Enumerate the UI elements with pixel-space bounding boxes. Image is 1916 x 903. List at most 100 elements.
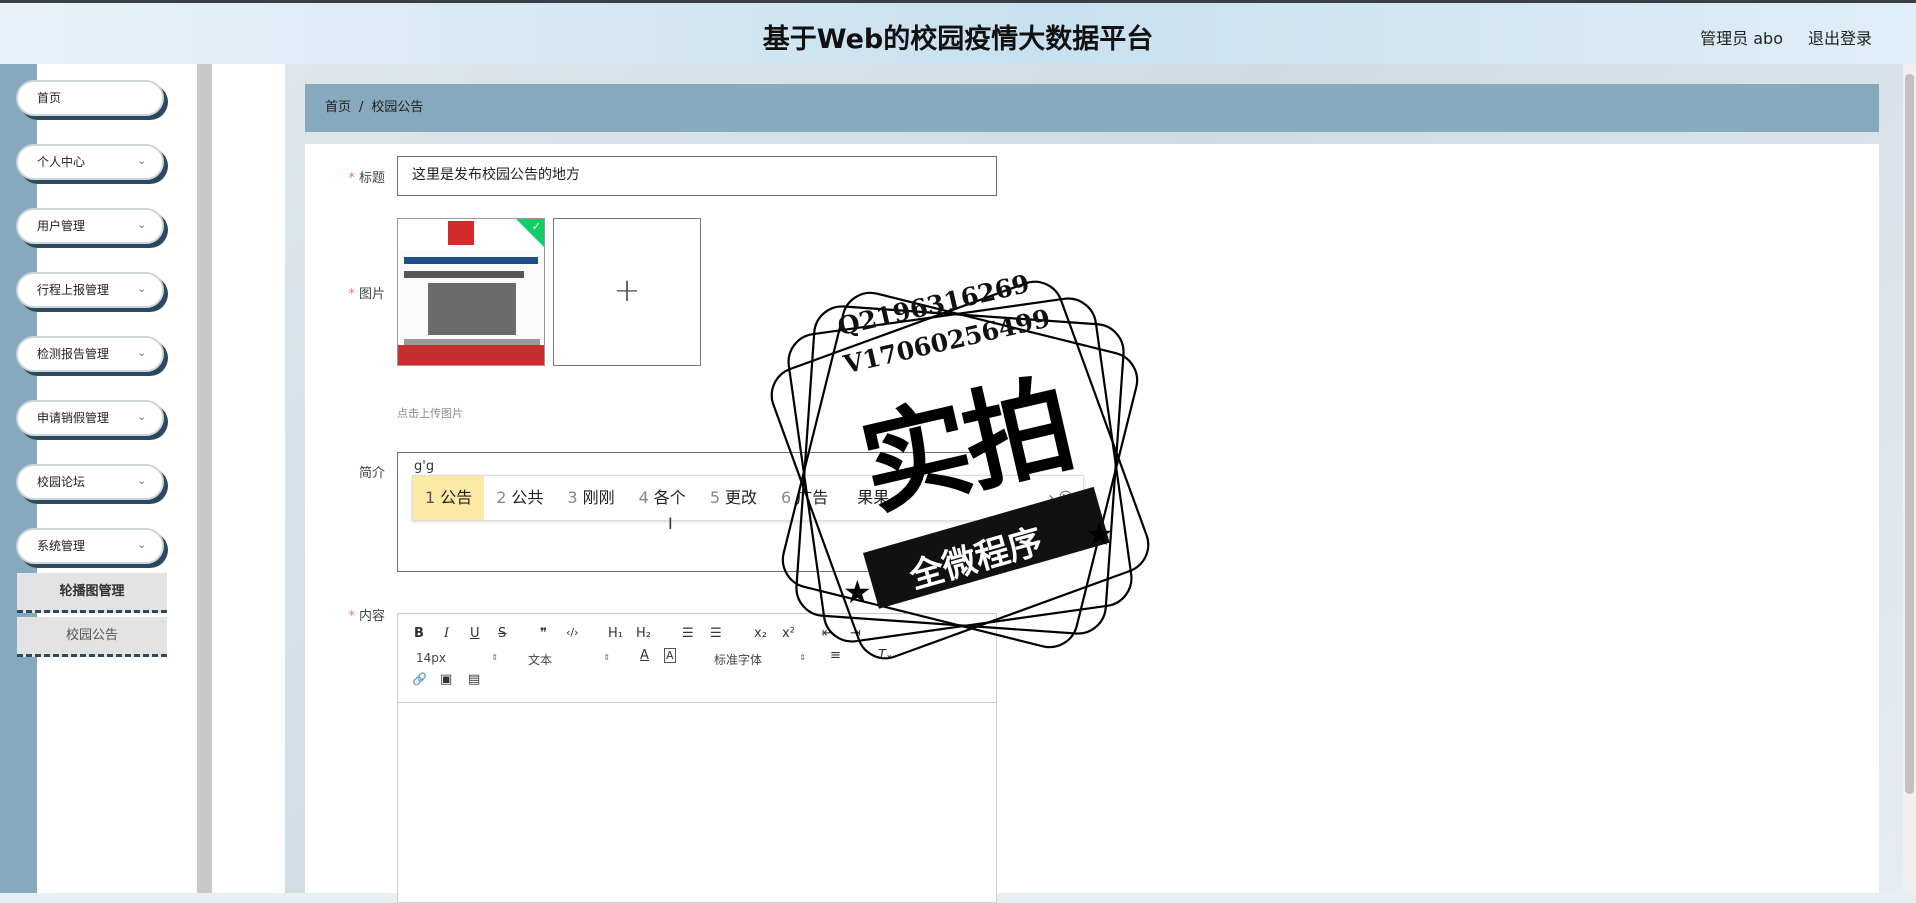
strike-button[interactable]: S bbox=[498, 626, 506, 641]
breadcrumb-current: 校园公告 bbox=[371, 100, 424, 115]
required-mark: * bbox=[348, 609, 355, 624]
ime-candidate-number: 5 bbox=[709, 488, 720, 507]
sidebar-item-home[interactable]: 首页 bbox=[16, 80, 164, 116]
sidebar-item-profile[interactable]: 个人中心 ⌄ bbox=[16, 144, 164, 180]
text-type-select[interactable]: 文本 ⇕ bbox=[528, 651, 610, 668]
text-cursor-icon: I bbox=[668, 514, 673, 533]
chevron-down-icon: ⌄ bbox=[137, 284, 146, 295]
star-icon: ★ bbox=[843, 573, 872, 611]
image-button[interactable]: ▣ bbox=[440, 672, 452, 687]
ime-candidate-number: 1 bbox=[425, 488, 436, 507]
content-label: * 内容 bbox=[315, 605, 385, 624]
ime-candidate[interactable]: 3 刚刚 bbox=[555, 476, 626, 520]
ime-candidate-number: 3 bbox=[567, 488, 578, 507]
bullet-list-button[interactable]: ☰ bbox=[710, 626, 722, 641]
sidebar-item-users[interactable]: 用户管理 ⌄ bbox=[16, 208, 164, 244]
title-label: * 标题 bbox=[315, 167, 385, 186]
sidebar-item-label: 校园论坛 bbox=[37, 475, 86, 489]
image-label-text: 图片 bbox=[358, 287, 385, 302]
submenu-item-carousel[interactable]: 轮播图管理 bbox=[17, 573, 167, 613]
title-input[interactable]: 这里是发布校园公告的地方 bbox=[397, 156, 997, 196]
upload-image-button[interactable]: + bbox=[553, 218, 701, 366]
ime-candidate-number: 4 bbox=[638, 488, 649, 507]
check-icon: ✓ bbox=[531, 220, 541, 233]
underline-button[interactable]: U bbox=[470, 626, 480, 641]
header2-button[interactable]: H₂ bbox=[636, 626, 651, 641]
ime-candidate-text: 公告 bbox=[440, 488, 473, 507]
upload-hint: 点击上传图片 bbox=[397, 407, 463, 420]
font-color-button[interactable]: A bbox=[640, 648, 649, 663]
ime-candidate-text: 各个 bbox=[653, 488, 686, 507]
chevron-down-icon: ⌄ bbox=[137, 220, 146, 231]
required-mark: * bbox=[348, 171, 355, 186]
star-icon: ★ bbox=[1085, 515, 1114, 553]
logout-link[interactable]: 退出登录 bbox=[1808, 25, 1872, 49]
video-button[interactable]: ▤ bbox=[468, 672, 480, 687]
sidebar-item-system[interactable]: 系统管理 ⌄ bbox=[16, 528, 164, 564]
bold-button[interactable]: B bbox=[414, 626, 424, 641]
ime-candidate-text: 公共 bbox=[511, 488, 544, 507]
page-scrollbar[interactable] bbox=[1903, 64, 1916, 893]
image-label: * 图片 bbox=[315, 283, 385, 302]
submenu-item-label: 轮播图管理 bbox=[59, 584, 125, 599]
uploaded-image-thumbnail[interactable]: ✓ bbox=[397, 218, 545, 366]
sidebar-item-label: 行程上报管理 bbox=[37, 283, 110, 297]
ime-candidate-number: 2 bbox=[496, 488, 507, 507]
newspaper-footer bbox=[398, 345, 544, 365]
summary-typed-text: g'g bbox=[414, 459, 435, 474]
ime-candidate[interactable]: 1 公告 bbox=[413, 476, 485, 520]
watermark-stamp: Q2196316269 V17060256499 实拍 全微程序 ★ ★ bbox=[745, 255, 1175, 685]
link-button[interactable]: 🔗 bbox=[412, 672, 427, 686]
breadcrumb: 首页 / 校园公告 bbox=[305, 84, 1879, 132]
sidebar-item-trip-report[interactable]: 行程上报管理 ⌄ bbox=[16, 272, 164, 308]
font-size-select[interactable]: 14px ⇕ bbox=[416, 651, 498, 665]
title-label-text: 标题 bbox=[358, 171, 385, 186]
scrollbar-thumb[interactable] bbox=[1905, 74, 1914, 794]
chevron-down-icon: ⌄ bbox=[137, 156, 146, 167]
header1-button[interactable]: H₁ bbox=[608, 626, 623, 641]
sidebar-item-leave[interactable]: 申请销假管理 ⌄ bbox=[16, 400, 164, 436]
summary-label: 简介 bbox=[315, 462, 385, 481]
chevron-down-icon: ⌄ bbox=[137, 348, 146, 359]
text-type-value: 文本 bbox=[528, 653, 553, 667]
sidebar-item-label: 系统管理 bbox=[37, 539, 86, 553]
blockquote-button[interactable]: ❞ bbox=[540, 626, 547, 641]
current-user: 管理员 abo bbox=[1700, 29, 1783, 48]
sidebar-gap bbox=[212, 64, 285, 893]
sidebar-item-label: 个人中心 bbox=[37, 155, 86, 169]
code-block-button[interactable]: ‹/› bbox=[566, 626, 579, 639]
breadcrumb-separator: / bbox=[359, 100, 364, 115]
content-label-text: 内容 bbox=[358, 609, 385, 624]
updown-arrow-icon: ⇕ bbox=[491, 653, 498, 662]
submenu-item-notice[interactable]: 校园公告 bbox=[17, 617, 167, 657]
sidebar-item-label: 检测报告管理 bbox=[37, 347, 110, 361]
summary-label-text: 简介 bbox=[358, 466, 385, 481]
chevron-down-icon: ⌄ bbox=[137, 476, 146, 487]
sidebar-item-test-report[interactable]: 检测报告管理 ⌄ bbox=[16, 336, 164, 372]
breadcrumb-home[interactable]: 首页 bbox=[325, 100, 351, 115]
sidebar-item-forum[interactable]: 校园论坛 ⌄ bbox=[16, 464, 164, 500]
chevron-down-icon: ⌄ bbox=[137, 412, 146, 423]
chevron-down-icon: ⌄ bbox=[137, 540, 146, 551]
background-color-button[interactable]: A bbox=[664, 648, 676, 663]
app-title: 基于Web的校园疫情大数据平台 bbox=[762, 24, 1154, 55]
newspaper-headline bbox=[404, 257, 538, 264]
newspaper-subhead bbox=[404, 271, 524, 278]
sidebar-item-label: 用户管理 bbox=[37, 219, 86, 233]
sidebar-item-label: 申请销假管理 bbox=[37, 411, 110, 425]
ime-candidate[interactable]: 2 公共 bbox=[484, 476, 555, 520]
submenu-item-label: 校园公告 bbox=[65, 628, 118, 643]
header-bar: 基于Web的校园疫情大数据平台 管理员 abo 退出登录 bbox=[0, 0, 1916, 64]
font-size-value: 14px bbox=[416, 651, 446, 665]
ordered-list-button[interactable]: ☰ bbox=[682, 626, 694, 641]
sidebar-item-label: 首页 bbox=[37, 91, 62, 105]
newspaper-photo bbox=[428, 283, 516, 335]
italic-button[interactable]: I bbox=[444, 626, 449, 641]
ime-candidate[interactable]: 4 各个 bbox=[627, 476, 698, 520]
updown-arrow-icon: ⇕ bbox=[603, 653, 610, 662]
plus-icon: + bbox=[613, 271, 641, 309]
sidebar-divider bbox=[197, 64, 212, 893]
newspaper-logo bbox=[448, 221, 474, 245]
required-mark: * bbox=[348, 287, 355, 302]
title-input-value: 这里是发布校园公告的地方 bbox=[412, 167, 580, 183]
